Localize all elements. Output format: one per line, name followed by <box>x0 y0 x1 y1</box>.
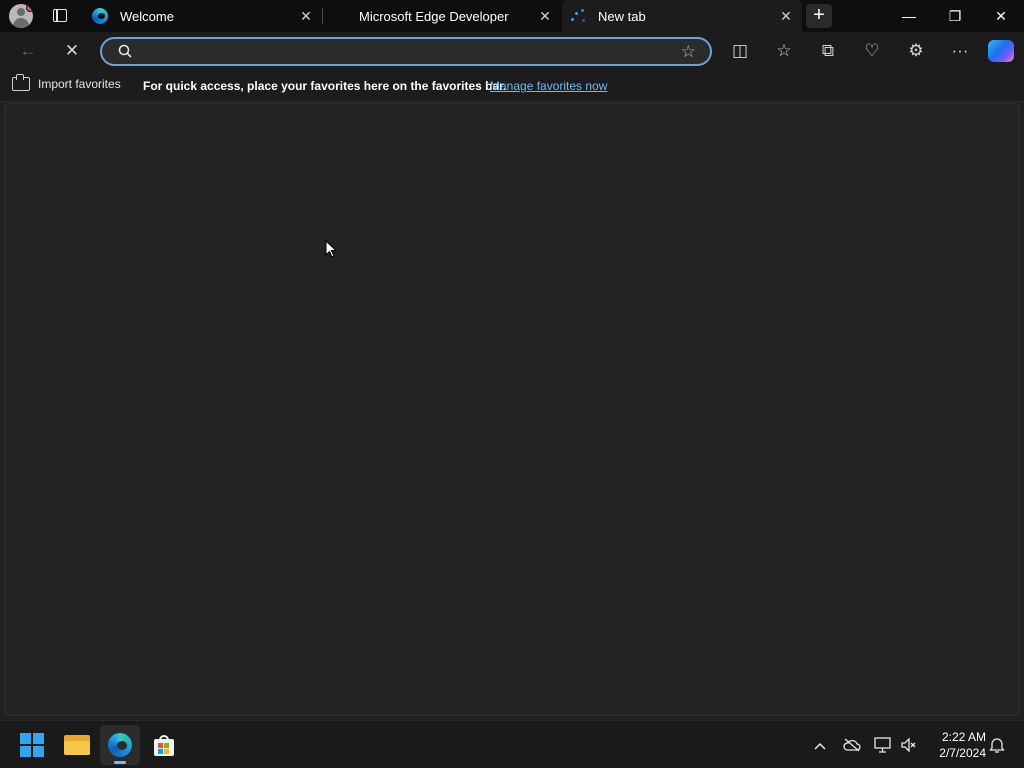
folder-icon <box>64 735 90 755</box>
favorites-button[interactable]: ☆ <box>769 36 799 66</box>
active-indicator <box>114 761 126 764</box>
clock-date: 2/7/2024 <box>939 746 986 760</box>
manage-favorites-link[interactable]: Manage favorites now <box>490 79 607 93</box>
tab-new-tab[interactable]: New tab ✕ <box>562 0 802 32</box>
favorites-bar: Import favorites For quick access, place… <box>0 70 1024 102</box>
stop-loading-button[interactable]: ✕ <box>57 36 87 66</box>
close-icon[interactable]: ✕ <box>537 8 553 24</box>
show-hidden-icons-chevron[interactable] <box>810 735 830 755</box>
import-favorites-label: Import favorites <box>38 77 121 91</box>
copilot-icon[interactable] <box>988 40 1014 62</box>
notification-icon[interactable] <box>987 735 1007 755</box>
mouse-cursor-icon <box>325 240 337 258</box>
tab-strip: Welcome ✕ Microsoft Edge Developer ✕ New… <box>0 0 1024 32</box>
tab-actions-icon[interactable] <box>50 6 70 26</box>
network-icon[interactable] <box>873 735 893 755</box>
search-icon <box>118 44 132 58</box>
minimize-button[interactable]: — <box>886 0 932 32</box>
file-explorer-button[interactable] <box>56 725 96 765</box>
taskbar-clock[interactable]: 2:22 AM 2/7/2024 <box>928 729 986 761</box>
clock-time: 2:22 AM <box>941 730 986 744</box>
onedrive-icon[interactable] <box>842 735 862 755</box>
volume-icon[interactable] <box>899 735 919 755</box>
loading-icon <box>570 8 586 24</box>
edge-taskbar-button[interactable] <box>100 725 140 765</box>
new-tab-button[interactable]: + <box>806 4 832 28</box>
tab-edge-developer[interactable]: Microsoft Edge Developer ✕ <box>323 0 561 32</box>
store-taskbar-button[interactable] <box>144 725 184 765</box>
tab-welcome[interactable]: Welcome ✕ <box>84 0 322 32</box>
collections-button[interactable]: ⧉ <box>813 36 843 66</box>
split-screen-button[interactable]: ◫ <box>725 36 755 66</box>
screen: Welcome ✕ Microsoft Edge Developer ✕ New… <box>0 0 1024 768</box>
store-icon <box>152 733 176 757</box>
folder-icon <box>12 74 30 91</box>
back-button[interactable]: ← <box>13 36 43 66</box>
address-bar[interactable]: ☆ <box>100 37 712 66</box>
close-icon[interactable]: ✕ <box>778 8 794 24</box>
edge-icon <box>108 733 132 757</box>
page-content[interactable] <box>4 103 1020 716</box>
tab-title: Microsoft Edge Developer <box>359 8 509 24</box>
close-icon[interactable]: ✕ <box>298 8 314 24</box>
tab-title: New tab <box>598 8 646 24</box>
notification-dot <box>26 4 33 12</box>
close-window-button[interactable]: ✕ <box>978 0 1024 32</box>
browser-essentials-button[interactable]: ♡ <box>857 36 887 66</box>
tab-title: Welcome <box>120 8 174 24</box>
start-button[interactable] <box>12 725 52 765</box>
favorites-bar-message: For quick access, place your favorites h… <box>143 79 507 93</box>
add-favorite-icon[interactable]: ☆ <box>681 41 696 63</box>
restore-button[interactable]: ❐ <box>932 0 978 32</box>
edge-icon <box>92 8 108 24</box>
browser-toolbar: ← ✕ ☆ ◫ ☆ ⧉ ♡ ⚙ ··· <box>0 32 1024 70</box>
import-favorites-button[interactable]: Import favorites <box>12 74 121 91</box>
address-input[interactable] <box>142 42 662 62</box>
taskbar: 2:22 AM 2/7/2024 <box>0 720 1024 768</box>
settings-more-button[interactable]: ··· <box>945 36 975 66</box>
windows-icon <box>20 733 44 757</box>
extensions-button[interactable]: ⚙ <box>901 36 931 66</box>
profile-icon[interactable] <box>9 4 33 28</box>
